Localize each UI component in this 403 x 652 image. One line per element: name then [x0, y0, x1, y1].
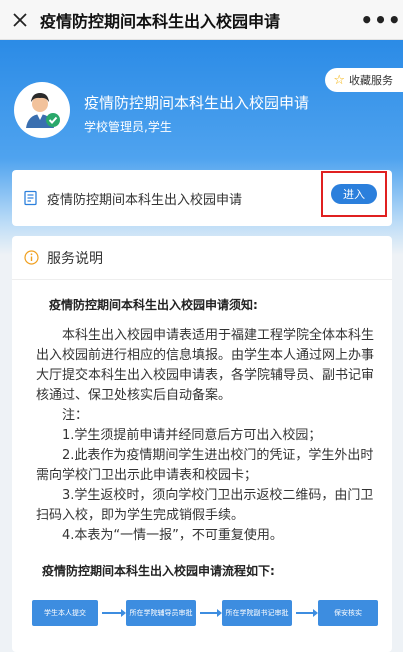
- flow-title: 疫情防控期间本科生出入校园申请流程如下:: [42, 564, 275, 578]
- notice-item: 2.此表作为疫情期间学生进出校门的凭证，学生外出时需向学校门卫出示此申请表和校园…: [36, 448, 374, 483]
- flow-arrow: [296, 609, 318, 617]
- flow-step: 所在学院副书记审批: [222, 600, 292, 626]
- service-audience: 学校管理员,学生: [84, 120, 172, 134]
- document-icon: [23, 189, 41, 207]
- notice-item: 1.学生须提前申请并经同意后方可出入校园；: [62, 428, 322, 443]
- notice-item: 3.学生返校时，须向学校门卫出示返校二维码，由门卫扫码入校，即为学生完成销假手续…: [36, 488, 374, 523]
- flow-step: 所在学院辅导员审批: [126, 600, 196, 626]
- flow-step: 学生本人提交: [32, 600, 98, 626]
- favorite-service-button[interactable]: ☆ 收藏服务: [325, 68, 403, 92]
- top-bar: 疫情防控期间本科生出入校园申请 •••: [0, 0, 403, 40]
- flow-arrow: [200, 609, 222, 617]
- favorite-service-label: 收藏服务: [349, 74, 393, 87]
- notice-title: 疫情防控期间本科生出入校园申请须知:: [49, 298, 258, 312]
- notice-note-label: 注：: [62, 408, 89, 423]
- notice-body: 本科生出入校园申请表适用于福建工程学院全体本科生出入校园前进行相应的信息填报。由…: [36, 326, 382, 546]
- description-heading: 服务说明: [47, 250, 103, 267]
- service-title: 疫情防控期间本科生出入校园申请: [84, 94, 310, 112]
- page-title: 疫情防控期间本科生出入校园申请: [40, 11, 281, 31]
- notice-item: 4.本表为“一情一报”，不可重复使用。: [62, 528, 283, 543]
- more-menu-icon[interactable]: •••: [359, 0, 403, 40]
- info-icon: [24, 250, 39, 265]
- avatar: [14, 82, 70, 138]
- notice-intro: 本科生出入校园申请表适用于福建工程学院全体本科生出入校园前进行相应的信息填报。由…: [36, 328, 375, 403]
- star-icon: ☆: [333, 72, 345, 88]
- close-icon[interactable]: [0, 0, 40, 40]
- flow-arrow: [102, 609, 126, 617]
- enter-button-highlight: 进入: [321, 171, 387, 217]
- description-header: 服务说明: [12, 236, 392, 280]
- flow-step: 保安核实: [318, 600, 378, 626]
- user-check-icon: [26, 93, 60, 128]
- service-entry-card: 疫情防控期间本科生出入校园申请 进入: [12, 170, 392, 226]
- enter-button[interactable]: 进入: [331, 184, 377, 204]
- service-description-card: 服务说明 疫情防控期间本科生出入校园申请须知: 本科生出入校园申请表适用于福建工…: [12, 236, 392, 652]
- approval-flow-diagram: 学生本人提交 所在学院辅导员审批 所在学院副书记审批 保安核实: [32, 600, 378, 626]
